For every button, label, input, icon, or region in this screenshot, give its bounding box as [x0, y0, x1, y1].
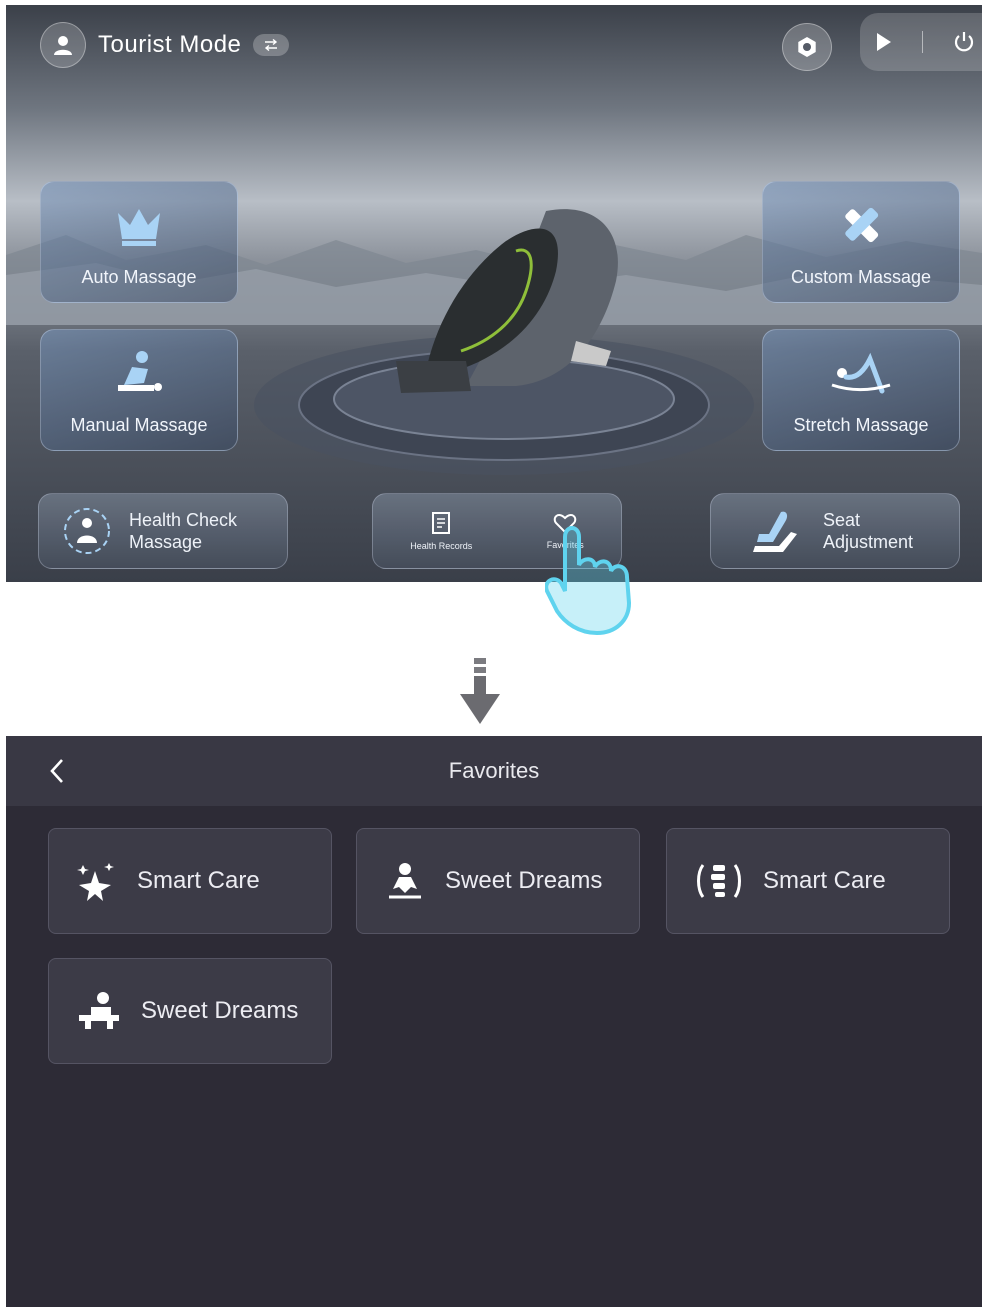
favorite-item[interactable]: Sweet Dreams [356, 828, 640, 934]
document-icon [432, 512, 451, 534]
arrow-down-icon [460, 658, 500, 724]
sleep-person-icon [389, 863, 421, 899]
sparkles-icon [77, 863, 114, 901]
custom-massage-label: Custom Massage [790, 267, 932, 287]
divider [922, 31, 924, 53]
massage-bed-icon [79, 992, 119, 1029]
custom-massage-card[interactable]: Custom Massage [762, 181, 960, 303]
favorite-item-label: Smart Care [137, 867, 260, 894]
mode-switch-button[interactable] [253, 34, 290, 56]
auto-massage-card[interactable]: Auto Massage [40, 181, 238, 303]
seat-line2: Adjustment [823, 532, 914, 552]
seat-line1: Seat [823, 510, 861, 530]
power-icon[interactable] [953, 31, 975, 53]
health-check-massage-button[interactable]: Health Check Massage [38, 493, 288, 569]
favorite-item[interactable]: Sweet Dreams [48, 958, 332, 1064]
tools-icon [845, 207, 879, 242]
seat-adjustment-button[interactable]: Seat Adjustment [710, 493, 960, 569]
settings-button[interactable] [782, 23, 832, 71]
chevron-left-icon [50, 759, 63, 783]
manual-massage-label: Manual Massage [70, 415, 208, 435]
masseur-icon [118, 350, 162, 391]
swap-icon [265, 39, 278, 51]
home-screen: Tourist Mode Auto Massage Custom Massage… [6, 5, 982, 582]
favorite-item-label: Sweet Dreams [141, 997, 299, 1024]
favorites-header: Favorites [6, 736, 982, 806]
tap-hand-icon [545, 526, 632, 636]
massage-chair-image [396, 209, 618, 393]
stretch-massage-card[interactable]: Stretch Massage [762, 329, 960, 451]
manual-massage-card[interactable]: Manual Massage [40, 329, 238, 451]
health-records-button[interactable]: Health Records [410, 511, 472, 551]
health-records-label: Health Records [410, 541, 473, 551]
auto-massage-label: Auto Massage [81, 267, 197, 287]
health-check-line1: Health Check [129, 510, 238, 530]
stretch-icon [831, 352, 891, 393]
favorite-item-label: Smart Care [763, 867, 886, 894]
mode-label: Tourist Mode [98, 31, 242, 58]
user-icon [54, 36, 72, 55]
play-icon[interactable] [875, 32, 893, 52]
spine-icon [697, 864, 741, 898]
health-scan-icon [64, 508, 110, 554]
user-avatar[interactable] [40, 22, 86, 68]
health-check-line2: Massage [129, 532, 203, 552]
back-button[interactable] [42, 756, 72, 786]
page-title: Favorites [448, 758, 540, 783]
user-mode-bar: Tourist Mode [40, 22, 290, 68]
system-controls [860, 13, 982, 71]
favorite-item-label: Sweet Dreams [445, 867, 603, 894]
favorites-screen: Favorites Smart Care Sweet Dreams Smart … [6, 736, 982, 1307]
crown-icon [118, 208, 160, 246]
favorite-item[interactable]: Smart Care [666, 828, 950, 934]
gear-icon [798, 37, 816, 57]
seat-icon [753, 511, 797, 552]
stretch-massage-label: Stretch Massage [793, 415, 929, 435]
favorite-item[interactable]: Smart Care [48, 828, 332, 934]
